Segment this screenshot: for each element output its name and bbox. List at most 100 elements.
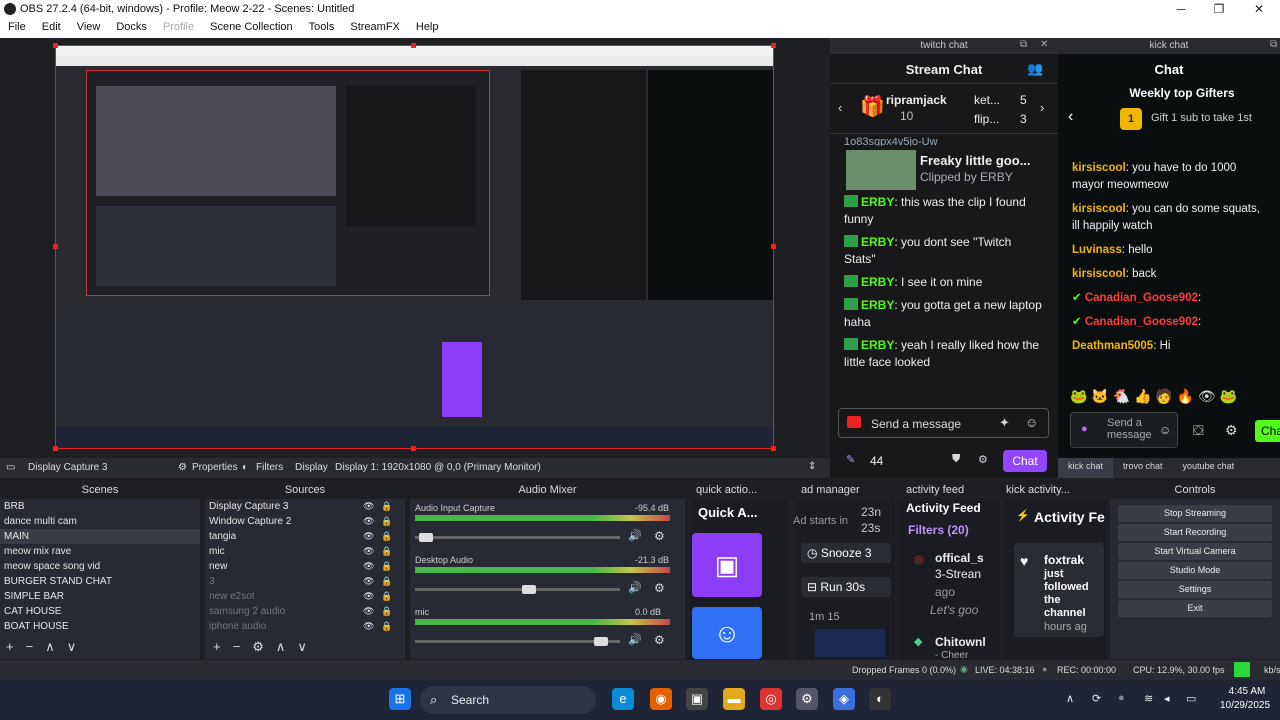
visibility-icon[interactable]: 👁 bbox=[363, 499, 374, 514]
lock-icon[interactable]: 🔒 bbox=[381, 619, 392, 634]
scene-item[interactable]: dance multi cam bbox=[0, 514, 200, 529]
chat-username[interactable]: ERBY bbox=[861, 338, 894, 352]
chat-username[interactable]: kirsiscool bbox=[1072, 203, 1126, 215]
menu-docks[interactable]: Docks bbox=[108, 19, 155, 38]
chevron-left-icon[interactable]: ‹ bbox=[1068, 108, 1073, 126]
lock-icon[interactable]: 🔒 bbox=[381, 499, 392, 514]
tab-trovo-chat[interactable]: trovo chat bbox=[1113, 458, 1173, 478]
chevron-up-icon[interactable]: ∧ bbox=[1066, 692, 1074, 705]
float-icon[interactable]: ⧉ bbox=[1020, 39, 1027, 50]
scene-item[interactable]: CAT HOUSE bbox=[0, 604, 200, 619]
camera-icon[interactable]: ▣ bbox=[686, 688, 708, 710]
move-down-icon[interactable]: ∨ bbox=[67, 639, 77, 655]
clock-date[interactable]: 10/29/2025 bbox=[1212, 700, 1278, 711]
edge-icon[interactable]: e bbox=[612, 688, 634, 710]
menu-tools[interactable]: Tools bbox=[301, 19, 343, 38]
display-select[interactable]: Display 1: 1920x1080 @ 0,0 (Primary Moni… bbox=[335, 462, 541, 473]
chat-username[interactable]: ERBY bbox=[861, 298, 894, 312]
lock-icon[interactable]: 🔒 bbox=[381, 574, 392, 589]
scene-item[interactable]: SIMPLE BAR bbox=[0, 589, 200, 604]
gear-icon[interactable]: ⚙ bbox=[654, 581, 665, 595]
add-icon[interactable]: + bbox=[6, 639, 14, 655]
control-button[interactable]: Start Recording bbox=[1118, 524, 1272, 541]
speaker-icon[interactable]: 🔊 bbox=[628, 633, 642, 646]
quick-actions-tab[interactable]: quick actio... bbox=[690, 484, 780, 499]
lock-icon[interactable]: 🔒 bbox=[381, 544, 392, 559]
gear-icon[interactable]: ⚙ bbox=[654, 529, 665, 543]
remove-icon[interactable]: − bbox=[26, 639, 34, 655]
gift-icon[interactable]: ⛋ bbox=[1193, 422, 1204, 439]
scene-item[interactable]: BOAT HOUSE bbox=[0, 619, 200, 634]
menu-streamfx[interactable]: StreamFX bbox=[342, 19, 408, 38]
gear-icon[interactable]: ⚙ bbox=[1225, 422, 1238, 439]
scene-item[interactable]: meow space song vid bbox=[0, 559, 200, 574]
kick-message-input[interactable]: ● Send a message ☺ bbox=[1070, 412, 1178, 448]
filters-button[interactable]: Filters bbox=[256, 462, 283, 473]
chevron-left-icon[interactable]: ‹ bbox=[838, 100, 842, 115]
source-item[interactable]: iphone audio 👁 🔒 bbox=[205, 619, 405, 634]
sync-icon[interactable]: ⟳ bbox=[1092, 692, 1101, 705]
emote-icon[interactable]: ☺ bbox=[1025, 415, 1038, 430]
menu-edit[interactable]: Edit bbox=[34, 19, 69, 38]
volume-slider[interactable] bbox=[415, 588, 620, 591]
minimize-button[interactable]: ─ bbox=[1166, 2, 1196, 16]
menu-file[interactable]: File bbox=[0, 19, 34, 38]
gear-icon[interactable]: ⚙ bbox=[252, 639, 264, 655]
add-icon[interactable]: + bbox=[213, 639, 221, 655]
source-item[interactable]: new e2sot 👁 🔒 bbox=[205, 589, 405, 604]
control-button[interactable]: Start Virtual Camera bbox=[1118, 543, 1272, 560]
visibility-icon[interactable]: 👁 bbox=[363, 514, 374, 529]
clip-action-button[interactable]: ▣ bbox=[692, 533, 762, 597]
close-icon[interactable]: ✕ bbox=[1040, 39, 1048, 50]
kick-activity-tab[interactable]: kick activity... bbox=[1002, 484, 1102, 499]
lock-icon[interactable]: 🔒 bbox=[381, 604, 392, 619]
chat-username[interactable]: ERBY bbox=[861, 235, 894, 249]
gear-icon[interactable]: ⚙ bbox=[654, 633, 665, 647]
users-icon[interactable]: 👥 bbox=[1027, 61, 1043, 77]
lock-icon[interactable]: 🔒 bbox=[381, 514, 392, 529]
visibility-icon[interactable]: 👁 bbox=[363, 529, 374, 544]
mic-icon[interactable]: ● bbox=[1118, 692, 1125, 704]
source-item[interactable]: Display Capture 3 👁 🔒 bbox=[205, 499, 405, 514]
gift-cta[interactable]: Gift 1 sub to take 1st bbox=[1151, 112, 1252, 124]
obs-icon[interactable]: ◐ bbox=[869, 688, 891, 710]
control-button[interactable]: Stop Streaming bbox=[1118, 505, 1272, 522]
source-item[interactable]: new 👁 🔒 bbox=[205, 559, 405, 574]
move-up-icon[interactable]: ∧ bbox=[45, 639, 55, 655]
tab-kick-chat[interactable]: kick chat bbox=[1058, 458, 1114, 478]
lock-icon[interactable]: 🔒 bbox=[381, 559, 392, 574]
source-item[interactable]: mic 👁 🔒 bbox=[205, 544, 405, 559]
visibility-icon[interactable]: 👁 bbox=[363, 619, 374, 634]
maximize-button[interactable]: ❐ bbox=[1204, 2, 1234, 16]
visibility-icon[interactable]: 👁 bbox=[363, 604, 374, 619]
visibility-icon[interactable]: 👁 bbox=[363, 589, 374, 604]
visibility-icon[interactable]: 👁 bbox=[363, 559, 374, 574]
properties-button[interactable]: Properties bbox=[192, 462, 238, 473]
lock-icon[interactable]: 🔒 bbox=[381, 589, 392, 604]
menu-scene-collection[interactable]: Scene Collection bbox=[202, 19, 301, 38]
chevron-updown-icon[interactable]: ⇕ bbox=[808, 461, 816, 472]
chat-username[interactable]: Deathman5005 bbox=[1072, 340, 1153, 352]
source-item[interactable]: tangia 👁 🔒 bbox=[205, 529, 405, 544]
start-icon[interactable]: ⊞ bbox=[389, 688, 411, 710]
chrome-icon[interactable]: ◎ bbox=[760, 688, 782, 710]
float-icon[interactable]: ⧉ bbox=[1270, 39, 1277, 50]
control-button[interactable]: Studio Mode bbox=[1118, 562, 1272, 579]
chat-username[interactable]: kirsiscool bbox=[1072, 268, 1126, 280]
scene-item[interactable]: BRB bbox=[0, 499, 200, 514]
control-button[interactable]: Exit bbox=[1118, 600, 1272, 617]
settings-icon[interactable]: ⚙ bbox=[796, 688, 818, 710]
filters-link[interactable]: Filters (20) bbox=[900, 517, 1000, 543]
tab-youtube-chat[interactable]: youtube chat bbox=[1173, 458, 1245, 478]
menu-view[interactable]: View bbox=[69, 19, 109, 38]
speaker-icon[interactable]: 🔊 bbox=[628, 581, 642, 594]
slider-handle[interactable] bbox=[594, 637, 609, 646]
volume-slider[interactable] bbox=[415, 640, 620, 643]
chat-username[interactable]: kirsiscool bbox=[1072, 162, 1126, 174]
chat-username[interactable]: Luvinass bbox=[1072, 244, 1122, 256]
kick-chat-button[interactable]: Chat bbox=[1255, 420, 1280, 442]
twitch-message-input[interactable]: Send a message ✦ ☺ bbox=[838, 408, 1049, 438]
folder-icon[interactable]: ▬ bbox=[723, 688, 745, 710]
snooze-button[interactable]: ◷ Snooze 3 bbox=[801, 543, 891, 563]
chevron-right-icon[interactable]: › bbox=[1040, 100, 1044, 115]
